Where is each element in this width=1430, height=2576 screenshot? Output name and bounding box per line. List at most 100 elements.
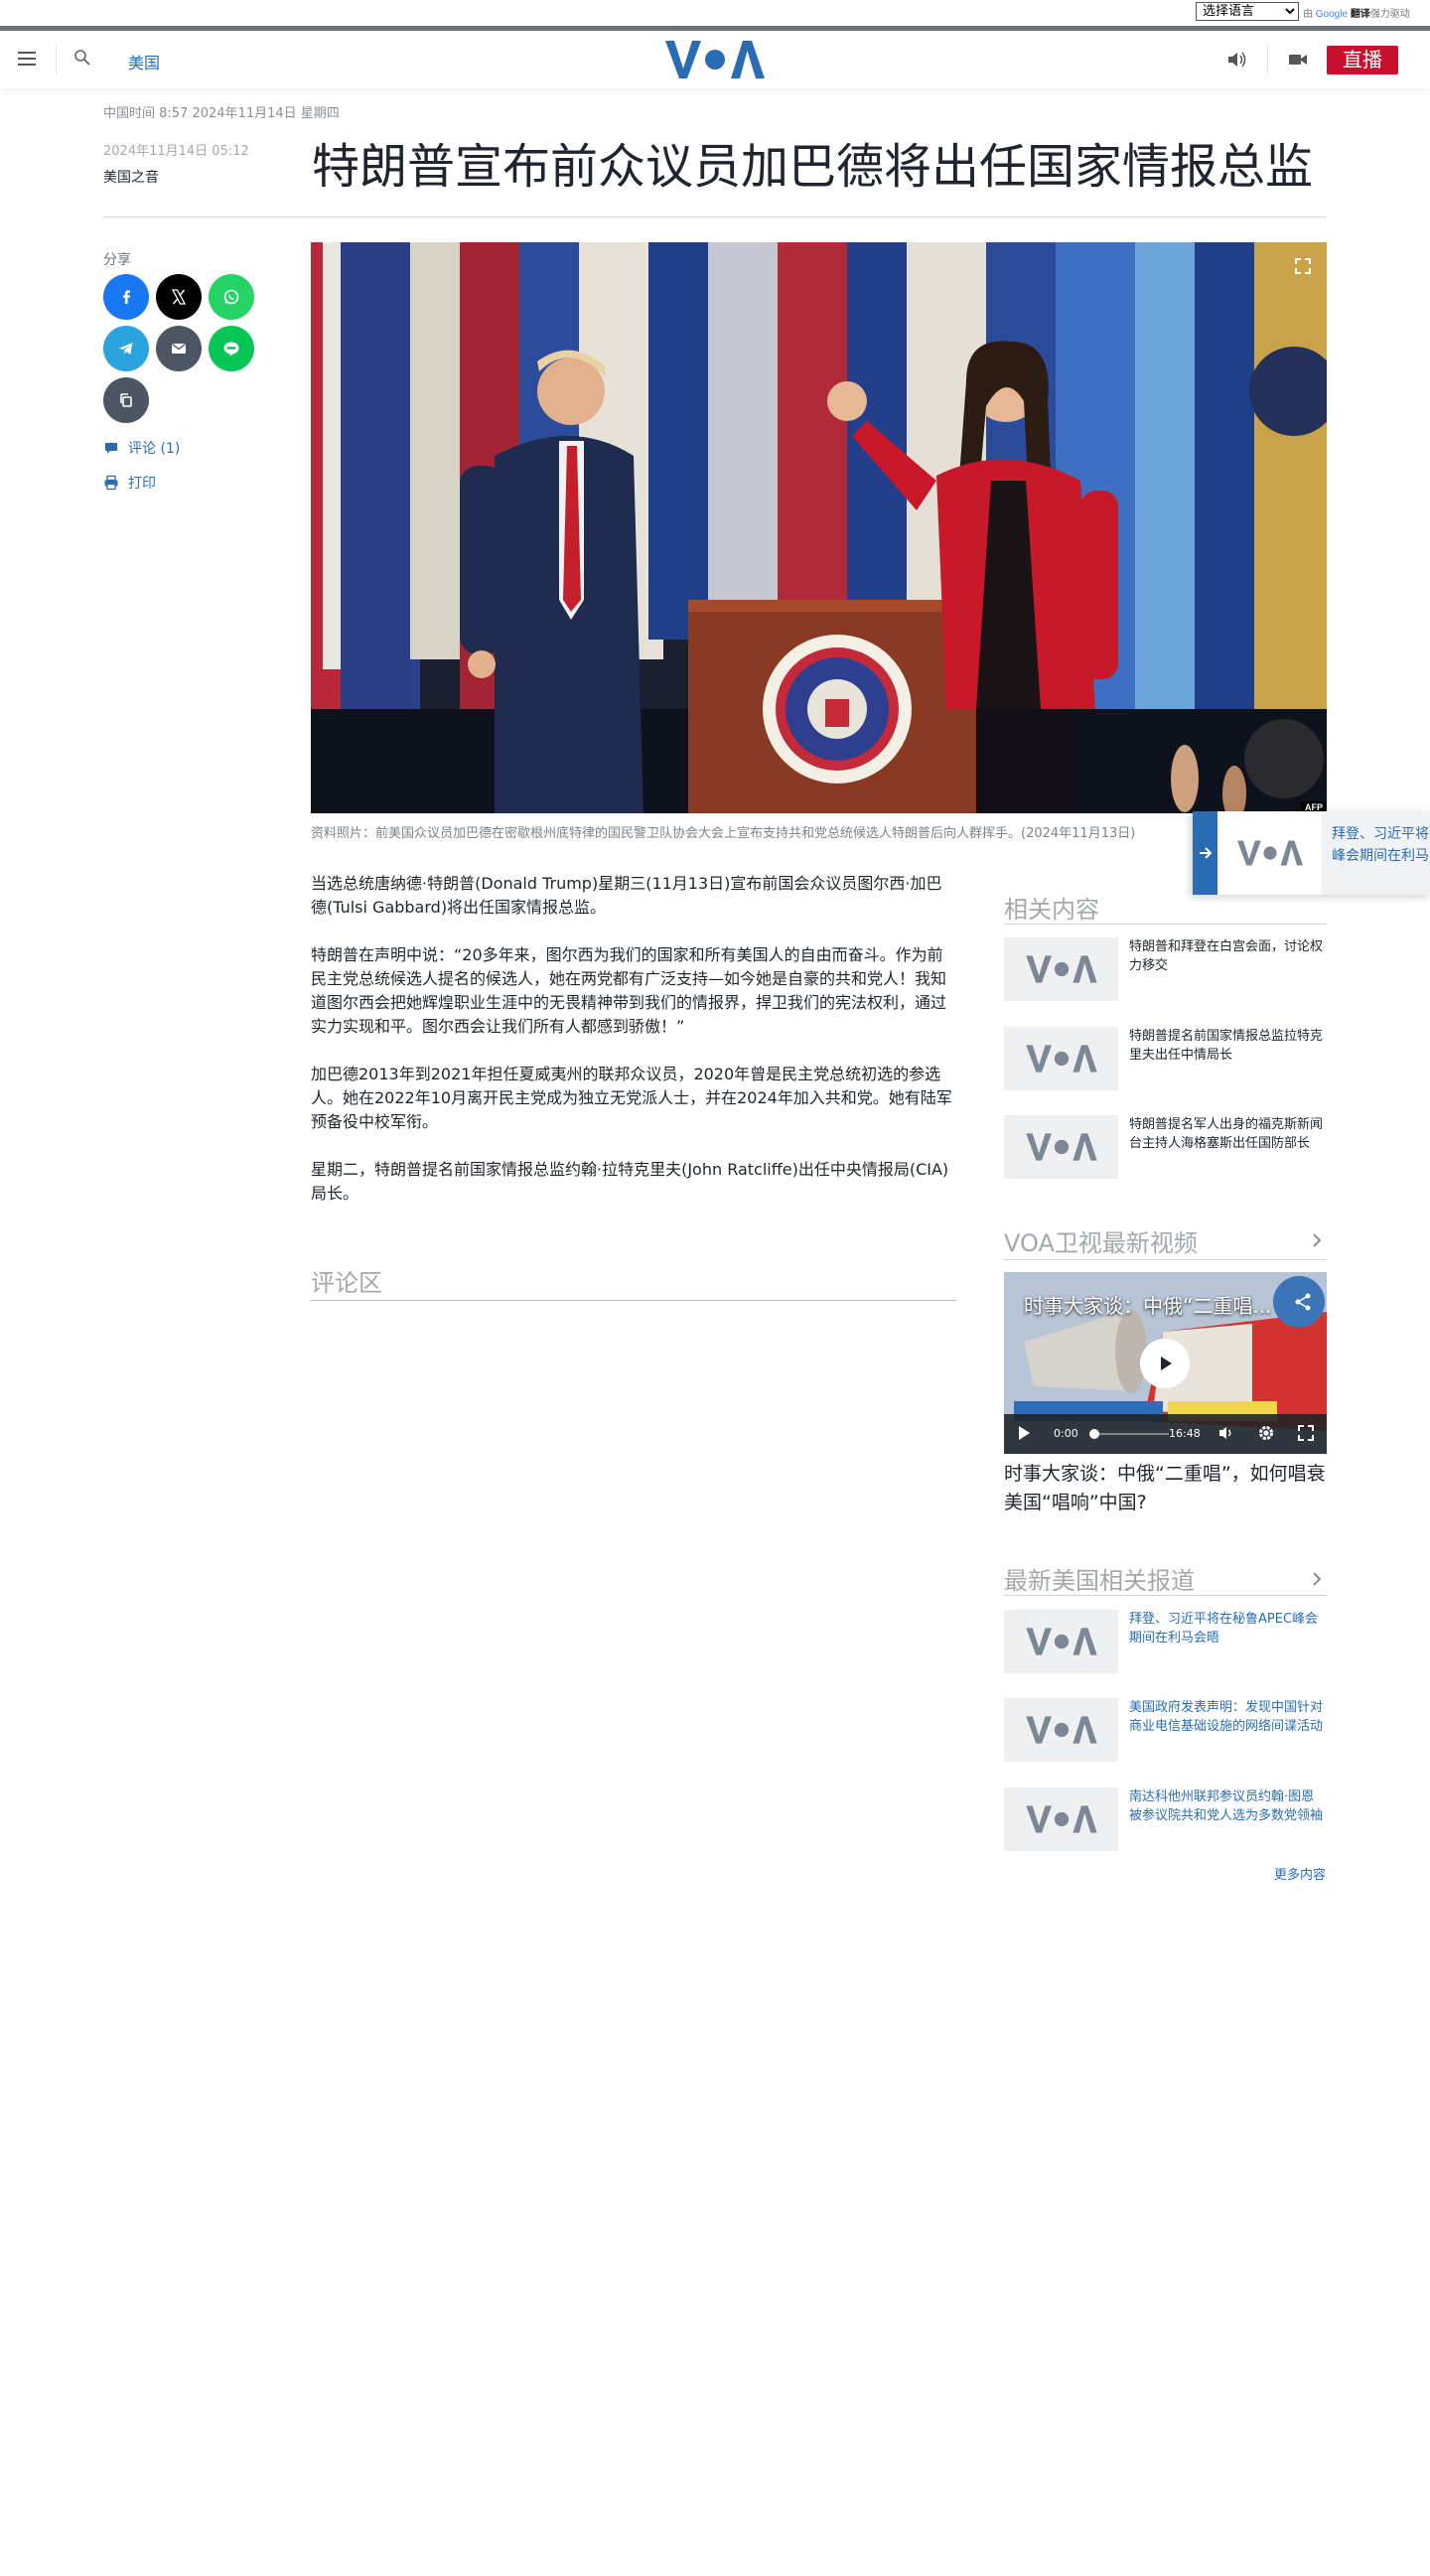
- voa-logo-icon: [1025, 1805, 1097, 1833]
- telegram-icon: [119, 343, 133, 355]
- related-item[interactable]: 特朗普和拜登在白宫会面，讨论权力移交: [1004, 937, 1327, 1005]
- video-overlay-title: 时事大家谈：中俄“二重唱...: [1024, 1294, 1272, 1318]
- related-item[interactable]: 特朗普提名军人出身的福克斯新闻台主持人海格塞斯出任国防部长: [1004, 1115, 1327, 1183]
- sidebar-divider: [1004, 1259, 1327, 1260]
- video-section-title[interactable]: VOA卫视最新视频: [1004, 1223, 1198, 1258]
- video-camera-icon[interactable]: [1288, 51, 1308, 69]
- print-icon: [104, 475, 118, 491]
- play-icon: [1161, 1357, 1172, 1370]
- print-link[interactable]: 打印: [103, 473, 156, 493]
- related-item[interactable]: 特朗普提名前国家情报总监拉特克里夫出任中情局长: [1004, 1027, 1327, 1094]
- latest-item[interactable]: 南达科他州联邦参议员约翰·图恩被参议院共和党人选为多数党领袖: [1004, 1788, 1327, 1855]
- voa-logo-icon: [1236, 840, 1303, 866]
- more-content-link[interactable]: 更多内容: [1274, 1864, 1326, 1883]
- settings-gear-icon[interactable]: [1257, 1424, 1275, 1446]
- live-button[interactable]: 直播: [1327, 46, 1398, 74]
- header-divider: [56, 45, 57, 74]
- comment-icon: [105, 443, 117, 454]
- video-caption[interactable]: 时事大家谈：中俄“二重唱”，如何唱衰美国“唱响”中国?: [1004, 1460, 1327, 1517]
- translate-credit-suffix: 强力驱动: [1369, 9, 1410, 20]
- arrow-right-icon[interactable]: [1193, 811, 1217, 895]
- related-item-title: 特朗普提名前国家情报总监拉特克里夫出任中情局长: [1129, 1029, 1324, 1063]
- video-controls: 0:00 16:48: [1004, 1414, 1327, 1454]
- sidebar-divider: [1004, 1595, 1327, 1596]
- video-progress-knob[interactable]: [1089, 1429, 1099, 1439]
- publish-date: 2024年11月14日 05:12: [103, 144, 249, 159]
- comments-link[interactable]: 评论 (1): [103, 438, 180, 458]
- latest-item[interactable]: 美国政府发表声明：发现中国针对商业电信基础设施的网络间谍活动: [1004, 1698, 1327, 1766]
- comments-section-title: 评论区: [311, 1269, 382, 1297]
- line-share-button[interactable]: [209, 326, 254, 371]
- voa-thumbnail: [1004, 1115, 1118, 1179]
- x-icon: [171, 289, 187, 305]
- article-photo[interactable]: AFP: [311, 242, 1327, 813]
- google-translate-bar: 选择语言 由 Google 翻译强力驱动: [0, 0, 1430, 24]
- search-icon[interactable]: [73, 49, 93, 69]
- facebook-icon: [122, 290, 130, 304]
- voa-logo-icon: [1025, 1133, 1097, 1161]
- comments-divider: [311, 1300, 956, 1301]
- volume-icon[interactable]: [1217, 1424, 1235, 1446]
- latest-item[interactable]: 拜登、习近平将在秘鲁APEC峰会期间在利马会晤: [1004, 1610, 1327, 1677]
- related-item-title: 特朗普提名军人出身的福克斯新闻台主持人海格塞斯出任国防部长: [1129, 1117, 1324, 1151]
- latest-us-news-title[interactable]: 最新美国相关报道: [1004, 1561, 1195, 1596]
- share-label: 分享: [103, 252, 131, 268]
- voa-thumbnail: [1004, 1788, 1118, 1851]
- play-button[interactable]: [1140, 1339, 1190, 1388]
- play-small-icon[interactable]: [1016, 1424, 1032, 1446]
- menu-icon[interactable]: [18, 51, 38, 67]
- share-icon[interactable]: [1293, 1292, 1313, 1312]
- related-item-title: 特朗普和拜登在白宫会面，讨论权力移交: [1129, 939, 1324, 973]
- whatsapp-icon: [223, 289, 239, 305]
- chevron-right-icon[interactable]: [1311, 1570, 1323, 1588]
- header-divider-line: [103, 216, 1327, 217]
- copy-link-button[interactable]: [103, 377, 149, 423]
- floating-next-article-card[interactable]: 拜登、习近平将 峰会期间在利马: [1193, 811, 1430, 895]
- video-fullscreen-icon[interactable]: [1297, 1424, 1315, 1446]
- translate-credit: 由 Google 翻译强力驱动: [1303, 5, 1410, 20]
- byline-author[interactable]: 美国之音: [103, 167, 159, 187]
- local-time: 中国时间 8:57 2024年11月14日 星期四: [103, 106, 340, 121]
- article-paragraph: 当选总统唐纳德·特朗普(Donald Trump)星期三(11月13日)宣布前国…: [311, 874, 942, 917]
- voa-thumbnail: [1004, 1610, 1118, 1673]
- translate-credit-prefix: 由: [1303, 9, 1313, 20]
- comments-link-label: 评论 (1): [128, 441, 181, 457]
- floating-card-line: 峰会期间在利马: [1332, 848, 1429, 864]
- voa-logo[interactable]: [665, 39, 765, 80]
- article-paragraph: 加巴德2013年到2021年担任夏威夷州的联邦众议员，2020年曾是民主党总统初…: [311, 1065, 952, 1131]
- article-headline: 特朗普宣布前众议员加巴德将出任国家情报总监: [312, 139, 1314, 195]
- latest-item-title: 美国政府发表声明：发现中国针对商业电信基础设施的网络间谍活动: [1129, 1700, 1324, 1734]
- related-content-title: 相关内容: [1004, 896, 1099, 924]
- latest-item-title: 南达科他州联邦参议员约翰·图恩被参议院共和党人选为多数党领袖: [1129, 1789, 1324, 1823]
- floating-card-title: 拜登、习近平将 峰会期间在利马: [1332, 823, 1430, 867]
- voa-logo-icon: [1025, 1045, 1097, 1073]
- whatsapp-share-button[interactable]: [209, 274, 254, 320]
- audio-icon[interactable]: [1225, 50, 1247, 70]
- section-link-us[interactable]: 美国: [128, 50, 160, 73]
- voa-thumbnail: [1004, 1698, 1118, 1762]
- header-divider: [1267, 45, 1268, 74]
- voa-thumbnail: [1004, 937, 1118, 1001]
- fullscreen-icon[interactable]: [1293, 256, 1313, 276]
- photo-caption: 资料照片：前美国众议员加巴德在密歇根州底特律的国民警卫队协会大会上宣布支持共和党…: [311, 826, 1136, 841]
- telegram-share-button[interactable]: [103, 326, 149, 371]
- email-icon: [172, 343, 186, 354]
- latest-item-title: 拜登、习近平将在秘鲁APEC峰会期间在利马会晤: [1129, 1612, 1319, 1646]
- translate-credit-word: 翻译: [1350, 9, 1370, 20]
- video-current-time: 0:00: [1054, 1427, 1078, 1440]
- print-link-label: 打印: [128, 476, 156, 492]
- voa-logo-icon: [1025, 955, 1097, 983]
- floating-card-line: 拜登、习近平将: [1332, 826, 1429, 842]
- video-progress-bar[interactable]: [1093, 1433, 1169, 1435]
- line-icon: [223, 342, 239, 357]
- language-select[interactable]: 选择语言: [1196, 2, 1299, 21]
- article-body: 当选总统唐纳德·特朗普(Donald Trump)星期三(11月13日)宣布前国…: [311, 872, 956, 1229]
- voa-thumbnail: [1217, 811, 1322, 895]
- voa-thumbnail: [1004, 1027, 1118, 1090]
- video-player[interactable]: 时事大家谈：中俄“二重唱... 0:00 16:48: [1004, 1272, 1327, 1454]
- chevron-right-icon[interactable]: [1311, 1231, 1323, 1249]
- facebook-share-button[interactable]: [103, 274, 149, 320]
- voa-logo-icon: [1025, 1628, 1097, 1655]
- x-share-button[interactable]: [156, 274, 202, 320]
- email-share-button[interactable]: [156, 326, 202, 371]
